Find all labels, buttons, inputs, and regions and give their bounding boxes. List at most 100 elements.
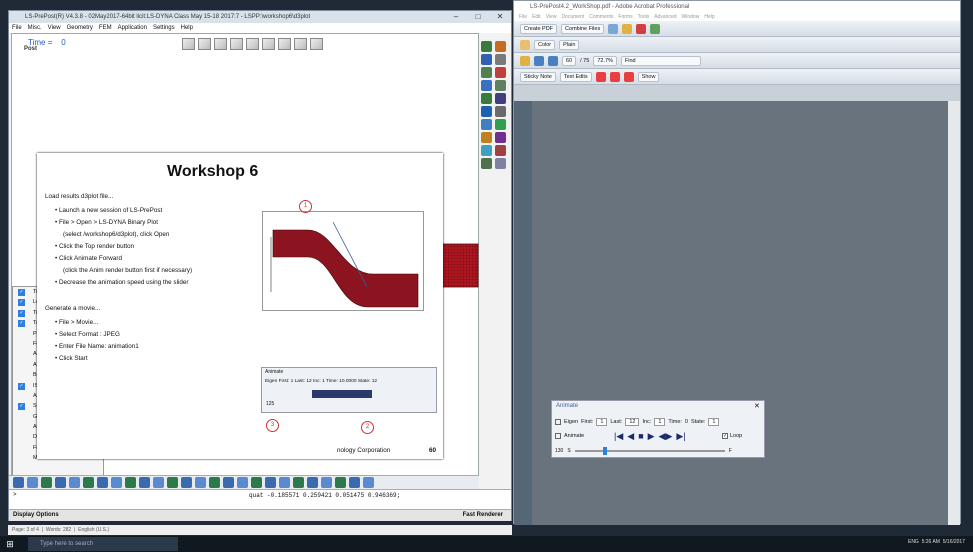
speed-slider[interactable]: [574, 447, 725, 455]
bottom-tool-icon[interactable]: [41, 477, 52, 488]
command-line[interactable]: > quat -0.185571 0.259421 0.051475 0.946…: [9, 489, 511, 509]
zoom-input[interactable]: 72.7%: [593, 55, 617, 66]
tool-icon[interactable]: [495, 41, 506, 52]
menu-misc[interactable]: Misc.: [28, 25, 42, 31]
bottom-tool-icon[interactable]: [307, 477, 318, 488]
bottom-tool-icon[interactable]: [251, 477, 262, 488]
bottom-tool-icon[interactable]: [139, 477, 150, 488]
next-page-icon[interactable]: [548, 55, 558, 66]
bottom-tool-icon[interactable]: [69, 477, 80, 488]
page-number-input[interactable]: 60: [562, 55, 577, 66]
tool-icon[interactable]: [481, 54, 492, 65]
tool-icon[interactable]: [481, 145, 492, 156]
bottom-tool-icon[interactable]: [195, 477, 206, 488]
state-input[interactable]: 1: [708, 418, 720, 426]
eigen-checkbox[interactable]: [555, 419, 561, 425]
play-icon[interactable]: ▶: [648, 431, 655, 442]
bottom-tool-icon[interactable]: [125, 477, 136, 488]
create-pdf-button[interactable]: Create PDF: [520, 23, 558, 34]
tool-icon[interactable]: [495, 106, 506, 117]
tool-icon[interactable]: [481, 119, 492, 130]
maximize-button[interactable]: □: [467, 11, 489, 23]
text-edits-button[interactable]: Text Edits: [559, 71, 592, 82]
bottom-tool-icon[interactable]: [55, 477, 66, 488]
menu-file[interactable]: File: [12, 25, 22, 31]
dialog-close-icon[interactable]: ✕: [754, 402, 760, 410]
bottom-tool-icon[interactable]: [111, 477, 122, 488]
tool-icon[interactable]: [495, 93, 506, 104]
windows-start-icon[interactable]: ⊞: [0, 539, 20, 550]
tool-icon[interactable]: [495, 54, 506, 65]
bottom-tool-icon[interactable]: [167, 477, 178, 488]
bottom-tool-icon[interactable]: [265, 477, 276, 488]
acrobat-menu-item[interactable]: Advanced: [654, 14, 676, 20]
tool-icon[interactable]: [495, 80, 506, 91]
acrobat-menu-item[interactable]: Document: [561, 14, 584, 20]
bottom-tool-icon[interactable]: [321, 477, 332, 488]
taskbar-search[interactable]: Type here to search: [28, 537, 178, 551]
view-cube-icon[interactable]: [182, 38, 195, 50]
bottom-tool-icon[interactable]: [13, 477, 24, 488]
rectangle-icon[interactable]: [595, 71, 606, 82]
menu-view[interactable]: View: [48, 25, 61, 31]
show-button[interactable]: Show: [637, 71, 660, 82]
plain-dropdown[interactable]: Plain: [559, 39, 580, 50]
view-cube-icon[interactable]: [310, 38, 323, 50]
acrobat-menu-item[interactable]: Comments: [589, 14, 613, 20]
sign-icon[interactable]: [636, 23, 647, 34]
step-forward-icon[interactable]: ◀▶: [659, 431, 673, 442]
acrobat-menu-item[interactable]: Help: [704, 14, 714, 20]
tool-icon[interactable]: [495, 158, 506, 169]
forms-icon[interactable]: [650, 23, 661, 34]
bottom-tool-icon[interactable]: [279, 477, 290, 488]
view-cube-icon[interactable]: [214, 38, 227, 50]
line-icon[interactable]: [623, 71, 634, 82]
bottom-tool-icon[interactable]: [209, 477, 220, 488]
bottom-tool-icon[interactable]: [97, 477, 108, 488]
minimize-button[interactable]: –: [445, 11, 467, 23]
tool-icon[interactable]: [495, 145, 506, 156]
inc-input[interactable]: 1: [654, 418, 666, 426]
stop-icon[interactable]: ■: [638, 431, 643, 442]
view-cube-icon[interactable]: [278, 38, 291, 50]
bottom-tool-icon[interactable]: [237, 477, 248, 488]
bottom-tool-icon[interactable]: [181, 477, 192, 488]
view-cube-icon[interactable]: [294, 38, 307, 50]
vertical-scrollbar[interactable]: [948, 101, 960, 525]
bottom-tool-icon[interactable]: [83, 477, 94, 488]
tool-icon[interactable]: [481, 41, 492, 52]
view-cube-icon[interactable]: [198, 38, 211, 50]
speed-slider-thumb[interactable]: [602, 447, 607, 455]
find-input[interactable]: Find: [620, 55, 701, 66]
first-input[interactable]: 1: [596, 418, 608, 426]
loop-checkbox[interactable]: ✓: [722, 433, 728, 439]
color-dropdown[interactable]: Color: [534, 39, 556, 50]
view-cube-icon[interactable]: [262, 38, 275, 50]
acrobat-menu-item[interactable]: Edit: [532, 14, 541, 20]
tool-icon[interactable]: [481, 132, 492, 143]
menu-fem[interactable]: FEM: [99, 25, 112, 31]
bottom-tool-icon[interactable]: [153, 477, 164, 488]
acrobat-menu-item[interactable]: View: [546, 14, 557, 20]
acrobat-menu-item[interactable]: File: [519, 14, 527, 20]
open-icon[interactable]: [520, 39, 530, 50]
bottom-tool-icon[interactable]: [349, 477, 360, 488]
acrobat-menu-item[interactable]: Forms: [618, 14, 632, 20]
view-cube-icon[interactable]: [246, 38, 259, 50]
forward-end-icon[interactable]: ▶|: [676, 431, 685, 442]
menu-geometry[interactable]: Geometry: [67, 25, 93, 31]
tool-icon[interactable]: [495, 132, 506, 143]
tool-icon[interactable]: [481, 93, 492, 104]
menu-settings[interactable]: Settings: [153, 25, 175, 31]
step-back-icon[interactable]: ◀: [627, 431, 634, 442]
acrobat-menu-item[interactable]: Window: [682, 14, 700, 20]
prev-page-icon[interactable]: [534, 55, 544, 66]
menu-help[interactable]: Help: [181, 25, 193, 31]
combine-files-button[interactable]: Combine Files: [561, 23, 605, 34]
bottom-tool-icon[interactable]: [27, 477, 38, 488]
tool-icon[interactable]: [481, 80, 492, 91]
sticky-note-button[interactable]: Sticky Note: [520, 71, 556, 82]
tool-icon[interactable]: [495, 67, 506, 78]
last-input[interactable]: 12: [625, 418, 640, 426]
small-anim-controls[interactable]: [312, 390, 372, 398]
